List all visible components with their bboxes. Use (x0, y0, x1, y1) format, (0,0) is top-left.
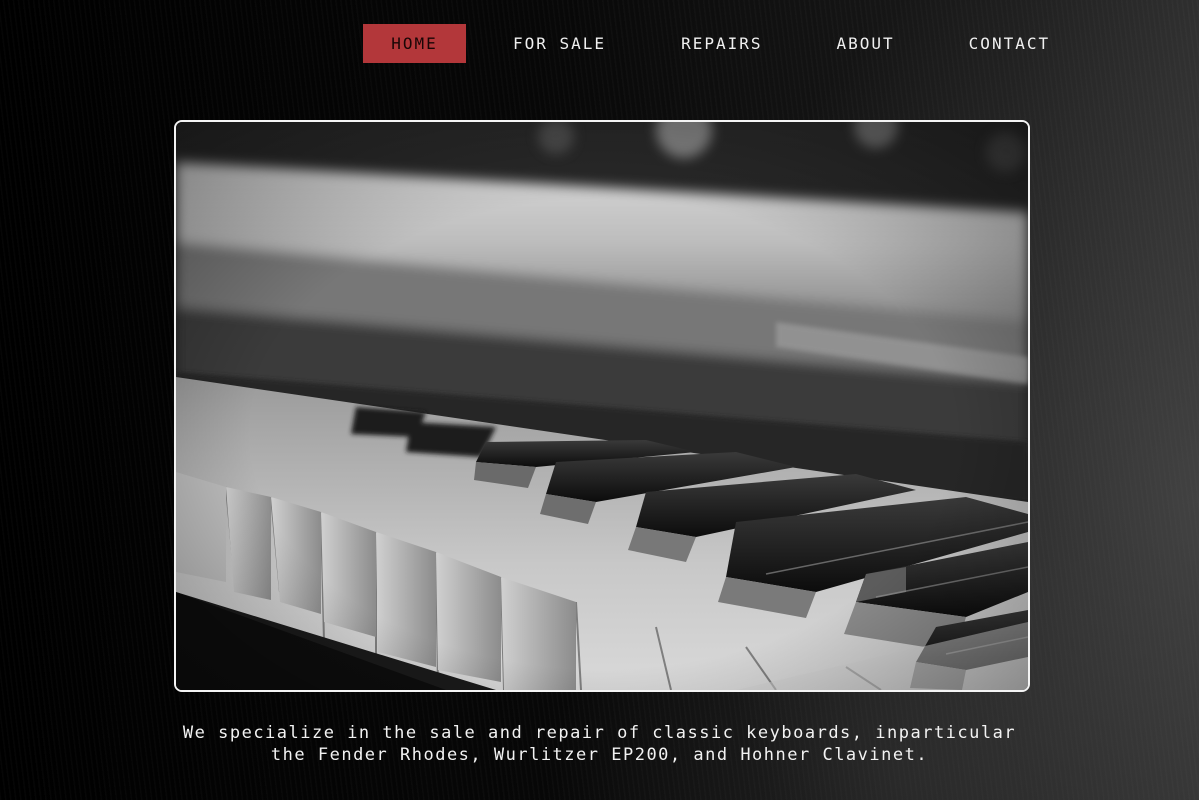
hero-image-frame (174, 120, 1030, 692)
nav-repairs-link[interactable]: REPAIRS (681, 24, 762, 63)
main-nav: HOME FOR SALE REPAIRS ABOUT CONTACT (363, 24, 1050, 63)
nav-contact-link[interactable]: CONTACT (969, 24, 1050, 63)
tagline: We specialize in the sale and repair of … (0, 722, 1199, 766)
tagline-line-2: the Fender Rhodes, Wurlitzer EP200, and … (270, 745, 929, 765)
piano-keys-photo (176, 122, 1028, 690)
nav-home-link[interactable]: HOME (363, 24, 466, 63)
nav-about-link[interactable]: ABOUT (837, 24, 895, 63)
tagline-line-1: We specialize in the sale and repair of … (182, 723, 1017, 743)
nav-for-sale-link[interactable]: FOR SALE (513, 24, 606, 63)
